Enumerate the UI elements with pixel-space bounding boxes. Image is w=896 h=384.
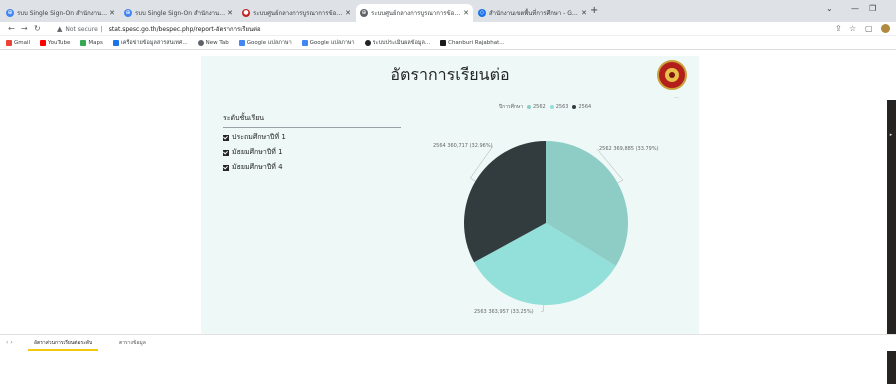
site-favicon-icon: ⊕ <box>6 9 14 17</box>
browser-tab-title: รบบ Single Sign-On สำนักงานเขต <box>17 10 108 17</box>
not-secure-label: Not secure <box>65 25 98 33</box>
close-icon[interactable]: ✕ <box>345 9 351 17</box>
data-label-2563: 2563 363,957 (33.25%) <box>474 309 534 315</box>
globe-icon <box>197 39 204 46</box>
browser-tab[interactable]: ● ระบบศูนย์กลางการบูรณาการข้อมูลการ ✕ <box>238 4 355 22</box>
tab-search-icon[interactable]: ⌄ <box>826 4 833 13</box>
report-canvas: อัตราการเรียนต่อ ⋯ ระดับชั้นเรียน ประถมศ… <box>201 56 699 334</box>
browser-tab-title: ระบบศูนย์กลางการบูรณาการข้อมูลการ <box>253 10 343 17</box>
bookmark-google-translate[interactable]: Google แปลภาษา <box>238 39 292 47</box>
report-page-tabs: ‹ › อัตราส่วนการเรียนต่อระดับ ตารางข้อมู… <box>0 334 896 351</box>
bookmark-gmail[interactable]: Gmail <box>6 39 30 46</box>
address-bar[interactable]: ▲ Not secure | stat.spesc.go.th/bespec.p… <box>57 23 812 35</box>
browser-tab[interactable]: ⊕ รบบ Single Sign-On สำนักงานเขต ✕ <box>120 4 237 22</box>
bookmark-item[interactable]: Chanburi Rajabhat... <box>440 39 505 46</box>
site-favicon-icon: ⊕ <box>360 9 368 17</box>
bookmark-google-translate[interactable]: Google แปลภาษา <box>301 39 355 47</box>
maps-icon <box>80 39 87 46</box>
warning-icon: ▲ <box>57 25 63 33</box>
bookmark-maps[interactable]: Maps <box>80 39 103 46</box>
new-tab-button[interactable]: + <box>590 5 598 16</box>
translate-icon <box>301 39 308 46</box>
gmail-icon <box>6 39 12 46</box>
browser-tab[interactable]: ◇ สำนักงานเขตพื้นที่การศึกษา - Goo ✕ <box>474 4 591 22</box>
bookmark-youtube[interactable]: YouTube <box>40 39 70 46</box>
youtube-icon <box>40 39 47 46</box>
page-nav-icon[interactable]: ‹ › <box>6 339 13 346</box>
reload-icon[interactable]: ↻ <box>34 24 41 33</box>
site-icon <box>112 39 119 46</box>
share-icon[interactable]: ⇪ <box>835 24 842 33</box>
page-tab[interactable]: อัตราส่วนการเรียนต่อระดับ <box>28 335 99 351</box>
browser-toolbar: ← → ↻ ▲ Not secure | stat.spesc.go.th/be… <box>0 22 896 36</box>
back-icon[interactable]: ← <box>8 24 15 33</box>
site-icon <box>364 39 371 46</box>
data-label-2562: 2562 369,885 (33.79%) <box>599 146 659 152</box>
data-label-2564: 2564 360,717 (32.96%) <box>433 143 493 149</box>
sidebar-toggle-icon[interactable]: ▢ <box>865 24 873 33</box>
pie-chart <box>464 141 628 313</box>
forward-icon[interactable]: → <box>21 24 28 33</box>
bookmark-item[interactable]: ระบบประเมินผลข้อมูล... <box>364 39 430 47</box>
close-icon[interactable]: ✕ <box>227 9 233 17</box>
close-icon[interactable]: ✕ <box>463 9 469 17</box>
browser-tab-active[interactable]: ⊕ ระบบศูนย์กลางการบูรณาการข้อมูลรายงาน ✕ <box>356 4 473 22</box>
maximize-icon[interactable]: ❐ <box>869 4 876 13</box>
minimize-icon[interactable]: — <box>851 4 859 13</box>
page-tab[interactable]: ตารางข้อมูล <box>113 335 152 351</box>
translate-icon <box>238 39 245 46</box>
close-icon[interactable]: ✕ <box>581 9 587 17</box>
bookmarks-bar: Gmail YouTube Maps เครือข่ายข้อมูลสารสนเ… <box>0 36 896 50</box>
bookmark-new-tab[interactable]: New Tab <box>197 39 229 46</box>
browser-tab-title: รบบ Single Sign-On สำนักงานเขต <box>135 10 226 17</box>
close-icon[interactable]: ✕ <box>109 9 115 17</box>
site-favicon-icon: ● <box>242 9 250 17</box>
profile-avatar[interactable] <box>881 24 890 33</box>
browser-tab-title: ระบบศูนย์กลางการบูรณาการข้อมูลรายงาน <box>371 10 462 17</box>
site-favicon-icon: ◇ <box>478 9 486 17</box>
bookmark-item[interactable]: เครือข่ายข้อมูลสารสนเทศ... <box>112 39 188 47</box>
leader-line-2563 <box>540 304 545 313</box>
browser-tab-title: สำนักงานเขตพื้นที่การศึกษา - Goo <box>489 10 580 17</box>
url-text: stat.spesc.go.th/bespec.php/report-อัตรา… <box>108 26 261 33</box>
page-content: อัตราการเรียนต่อ ⋯ ระดับชั้นเรียน ประถมศ… <box>0 50 896 384</box>
browser-tab-strip: ⊕ รบบ Single Sign-On สำนักงานเขต ✕ ⊕ รบบ… <box>0 0 896 22</box>
bookmark-star-icon[interactable]: ☆ <box>849 24 856 33</box>
site-icon <box>440 39 447 46</box>
site-favicon-icon: ⊕ <box>124 9 132 17</box>
browser-tab[interactable]: ⊕ รบบ Single Sign-On สำนักงานเขต ✕ <box>2 4 119 22</box>
